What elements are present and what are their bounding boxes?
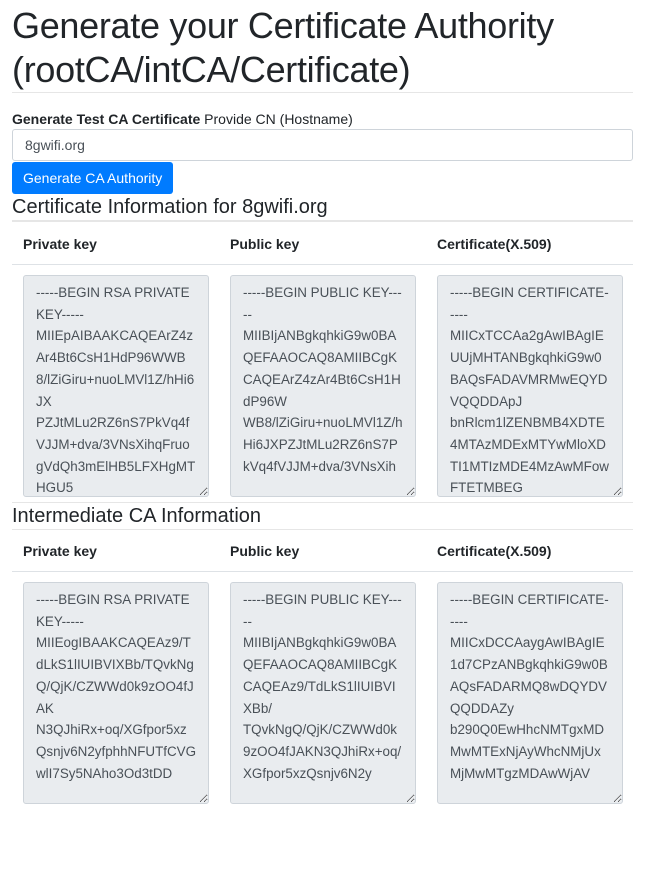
column-header-public-key: Public key — [230, 543, 300, 559]
page-title: Generate your Certificate Authority (roo… — [12, 5, 554, 90]
column-header-private-key: Private key — [23, 236, 97, 252]
root-public-key-textarea[interactable]: -----BEGIN PUBLIC KEY----- MIIBIjANBgkqh… — [230, 275, 416, 497]
divider — [12, 92, 633, 93]
intermediate-public-key-textarea[interactable]: -----BEGIN PUBLIC KEY----- MIIBIjANBgkqh… — [230, 582, 416, 804]
root-private-key-textarea[interactable]: -----BEGIN RSA PRIVATE KEY----- MIIEpAIB… — [23, 275, 209, 497]
generate-ca-authority-button[interactable]: Generate CA Authority — [12, 162, 174, 194]
cn-label-hint: Provide CN (Hostname) — [200, 111, 353, 127]
cn-label: Generate Test CA Certificate Provide CN … — [12, 110, 633, 128]
intermediate-certificate-textarea[interactable]: -----BEGIN CERTIFICATE----- MIICxDCCAayg… — [437, 582, 623, 804]
root-certificate-textarea[interactable]: -----BEGIN CERTIFICATE----- MIICxTCCAa2g… — [437, 275, 623, 497]
column-header-private-key: Private key — [23, 543, 97, 559]
root-table-header: Private key Public key Certificate(X.509… — [12, 222, 633, 264]
intermediate-private-key-textarea[interactable]: -----BEGIN RSA PRIVATE KEY----- MIIEogIB… — [23, 582, 209, 804]
column-header-certificate: Certificate(X.509) — [437, 236, 552, 252]
intermediate-section-heading: Intermediate CA Information — [12, 505, 262, 527]
intermediate-table-header: Private key Public key Certificate(X.509… — [12, 530, 633, 571]
cn-label-bold: Generate Test CA Certificate — [12, 111, 201, 127]
column-header-certificate: Certificate(X.509) — [437, 543, 552, 559]
column-header-public-key: Public key — [230, 236, 300, 252]
root-table-row: -----BEGIN RSA PRIVATE KEY----- MIIEpAIB… — [12, 265, 633, 502]
intermediate-table-row: -----BEGIN RSA PRIVATE KEY----- MIIEogIB… — [12, 572, 633, 809]
page-container: Generate your Certificate Authority (roo… — [0, 0, 645, 809]
cn-hostname-input[interactable] — [12, 129, 633, 161]
root-section-heading: Certificate Information for 8gwifi.org — [12, 196, 328, 218]
